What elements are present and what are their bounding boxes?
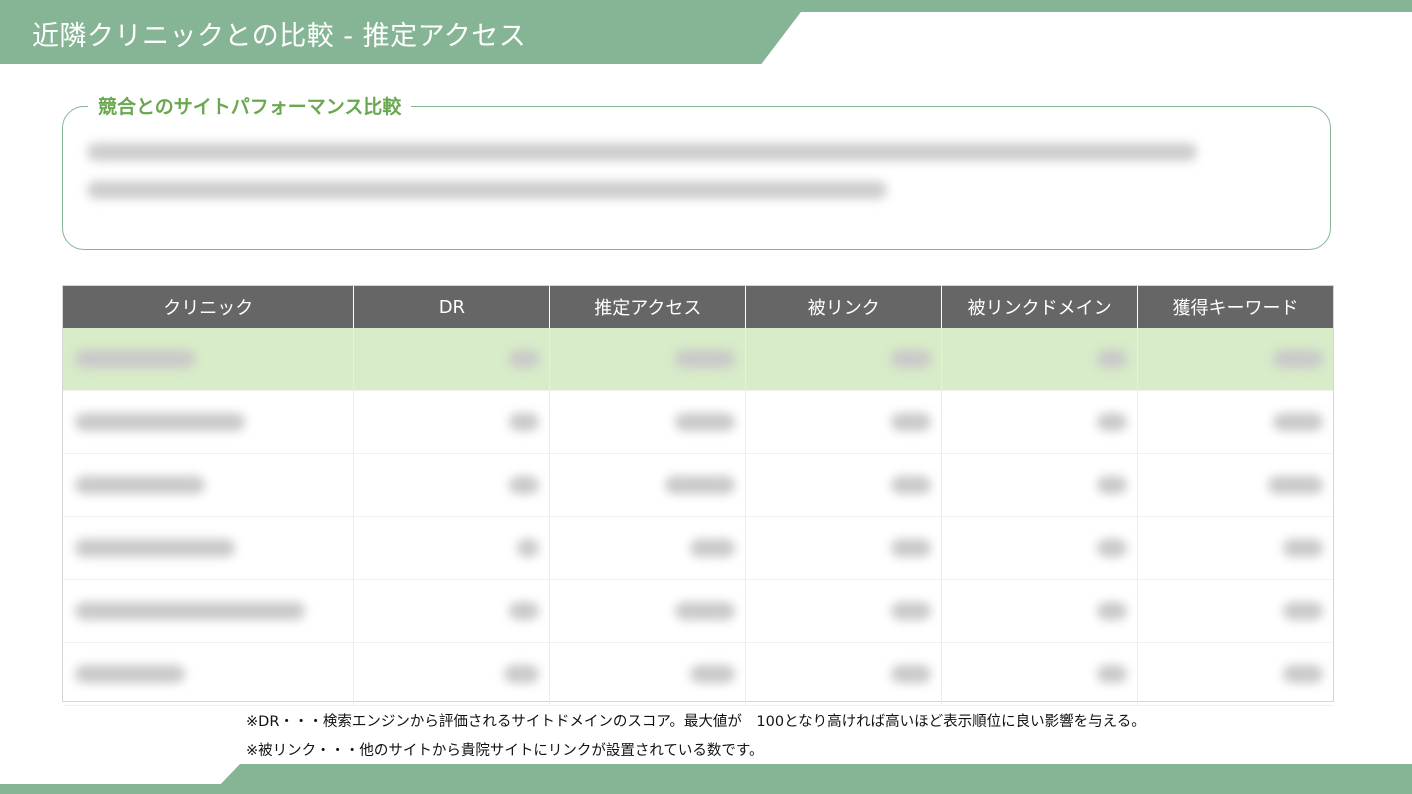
redacted-cell [746,328,943,390]
redacted-cell [63,517,355,579]
redacted-cell [354,517,551,579]
page-title: 近隣クリニックとの比較 - 推定アクセス [32,21,527,52]
column-header-backlinks: 被リンク [746,286,943,328]
summary-box [62,106,1331,250]
table-row [63,643,1333,706]
footnote-backlinks: ※被リンク・・・他のサイトから貴院サイトにリンクが設置されている数です。 [246,743,764,759]
redacted-text-line [87,143,1197,161]
redacted-cell [63,580,355,642]
redacted-cell [1138,328,1333,390]
redacted-cell [1138,580,1333,642]
redacted-cell [746,454,943,516]
column-header-estimated-access: 推定アクセス [550,286,747,328]
footnote-dr: ※DR・・・検索エンジンから評価されるサイトドメインのスコア。最大値が 100と… [246,714,1146,730]
redacted-cell [550,391,747,453]
redacted-cell [1138,454,1333,516]
column-header-dr: DR [354,286,551,328]
redacted-cell [942,517,1139,579]
redacted-cell [354,391,551,453]
redacted-cell [746,643,943,705]
table-row [63,454,1333,517]
redacted-cell [63,328,355,390]
table-header: クリニック DR 推定アクセス 被リンク 被リンクドメイン 獲得キーワード [63,286,1333,328]
redacted-cell [550,580,747,642]
redacted-cell [550,328,747,390]
redacted-cell [354,580,551,642]
redacted-cell [942,328,1139,390]
table-row [63,391,1333,454]
redacted-cell [746,517,943,579]
redacted-cell [550,454,747,516]
redacted-cell [942,454,1139,516]
column-header-clinic: クリニック [63,286,355,328]
redacted-cell [550,517,747,579]
comparison-table: クリニック DR 推定アクセス 被リンク 被リンクドメイン 獲得キーワード [62,285,1334,706]
redacted-cell [1138,643,1333,705]
redacted-cell [354,454,551,516]
redacted-cell [354,643,551,705]
summary-heading: 競合とのサイトパフォーマンス比較 [88,92,412,119]
redacted-text-line [87,181,887,199]
redacted-cell [1138,517,1333,579]
redacted-cell [746,580,943,642]
bottom-accent-strip [0,784,240,794]
table-row [63,580,1333,643]
redacted-cell [63,391,355,453]
redacted-cell [550,643,747,705]
redacted-cell [63,454,355,516]
column-header-backlink-domains: 被リンクドメイン [942,286,1139,328]
redacted-cell [942,580,1139,642]
table-row [63,517,1333,580]
redacted-cell [746,391,943,453]
redacted-cell [63,643,355,705]
table-body [63,328,1333,706]
redacted-cell [354,328,551,390]
redacted-cell [942,643,1139,705]
redacted-cell [1138,391,1333,453]
table-row [63,328,1333,391]
redacted-cell [942,391,1139,453]
column-header-keywords: 獲得キーワード [1172,298,1299,319]
